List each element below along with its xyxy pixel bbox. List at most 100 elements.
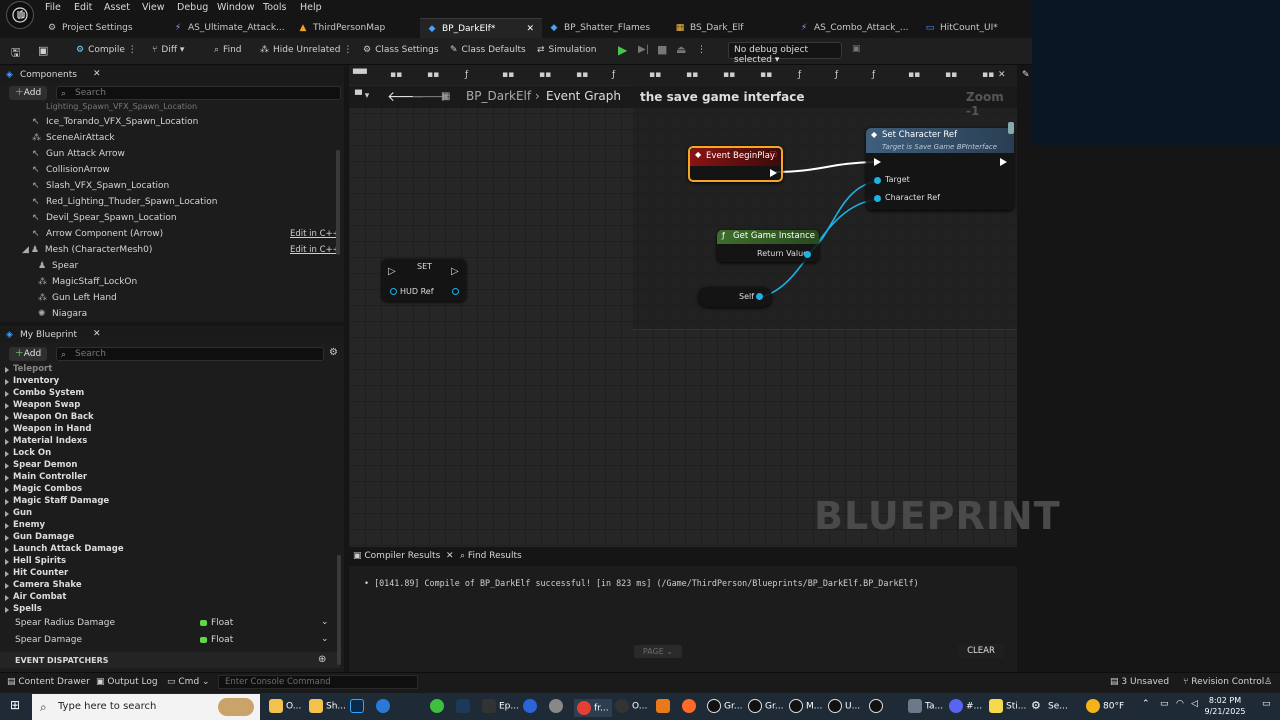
taskbar-app[interactable]: Sh... (309, 699, 346, 713)
tab-hitcount-ui[interactable]: ▭ HitCount_UI* (924, 18, 1024, 38)
category-item[interactable]: Hell Spirits (4, 556, 66, 566)
set-character-ref-node[interactable]: Set Character Ref Target is Save Game BP… (866, 128, 1014, 210)
taskbar-app[interactable] (656, 699, 673, 713)
taskbar-task-manager[interactable]: Ta... (908, 699, 943, 713)
category-item[interactable]: Camera Shake (5, 580, 82, 590)
function-icon[interactable]: ƒ (612, 70, 615, 80)
taskbar-file-explorer[interactable]: O... (269, 699, 301, 713)
variable-spear-damage[interactable]: Spear Damage (15, 635, 82, 645)
add-component-button[interactable]: ＋Add (9, 86, 47, 100)
tab-bp-dark-elf[interactable]: ◆ BP_DarkElf* ✕ (420, 18, 542, 38)
category-item[interactable]: Magic Combos (4, 484, 82, 494)
taskbar-unreal[interactable]: Gr... (707, 699, 742, 713)
save-icon[interactable]: 🖫 (11, 44, 20, 63)
delegate-pin[interactable]: ▢ (769, 149, 777, 158)
graph-tool-icon[interactable]: ▪▪ (539, 70, 551, 80)
breadcrumb-root[interactable]: BP_DarkElf (466, 89, 531, 103)
output-log-button[interactable]: ▣ Output Log (96, 677, 158, 687)
volume-icon[interactable]: ◁ (1191, 699, 1198, 709)
close-icon[interactable]: ✕ (93, 69, 101, 79)
close-icon[interactable]: ✕ (998, 70, 1006, 80)
taskbar-unreal[interactable]: Gr... (748, 699, 783, 713)
menu-file[interactable]: File (45, 2, 61, 13)
component-item[interactable]: ↖ Red_Lighting_Thuder_Spawn_Location (32, 197, 217, 207)
taskbar-firefox[interactable] (682, 699, 699, 713)
class-settings-button[interactable]: ⚙ Class Settings (363, 45, 439, 55)
self-pin[interactable] (756, 293, 763, 300)
components-search-input[interactable]: ⌕ Search (56, 86, 341, 100)
category-item[interactable]: Main Controller (4, 472, 87, 482)
add-dispatcher-icon[interactable]: ⊕ (318, 654, 326, 665)
close-icon[interactable]: ✕ (526, 19, 534, 38)
component-item[interactable]: ↖ Ice_Torando_VFX_Spawn_Location (32, 117, 198, 127)
menu-edit[interactable]: Edit (74, 2, 92, 13)
wifi-icon[interactable]: ◠ (1176, 699, 1184, 709)
category-item[interactable]: Combo System (4, 388, 84, 398)
category-item[interactable]: Spells (5, 604, 42, 614)
clear-button[interactable]: CLEAR (958, 644, 1004, 658)
category-item[interactable]: Lock On (4, 448, 51, 458)
settings-gear-icon[interactable]: ⚙ (329, 347, 338, 358)
graph-corner-handle[interactable] (1008, 122, 1014, 134)
revision-control-button[interactable]: ⑂ Revision Control (1183, 677, 1264, 687)
stop-icon[interactable]: ■ (657, 43, 667, 56)
taskbar-photoshop[interactable] (350, 699, 367, 713)
variable-type[interactable]: Float (199, 618, 233, 628)
graph-tool-icon[interactable]: ▪▪ (576, 70, 588, 80)
category-item[interactable]: Inventory (4, 376, 59, 386)
graph-tool-icon[interactable]: ▪▪ (649, 70, 661, 80)
taskbar-app[interactable] (376, 699, 393, 713)
exec-out-pin[interactable] (770, 169, 777, 177)
function-icon[interactable]: ƒ (835, 70, 838, 80)
set-hud-ref-node[interactable]: SET ▷ ▷ HUD Ref (382, 259, 466, 301)
taskbar-unreal[interactable] (869, 699, 886, 713)
category-item[interactable]: Magic Staff Damage (4, 496, 109, 506)
return-value-pin[interactable] (804, 251, 811, 258)
category-item[interactable]: Spear Demon (4, 460, 77, 470)
graph-tool-icon[interactable]: ▪▪ (686, 70, 698, 80)
graph-tool-icon[interactable]: ▪▪ (427, 70, 439, 80)
taskbar-discord[interactable]: #... (949, 699, 982, 713)
component-item[interactable]: ↖ CollisionArrow (32, 165, 110, 175)
target-pin[interactable] (874, 177, 881, 184)
components-scrollbar[interactable] (336, 150, 340, 255)
category-item[interactable]: Enemy (4, 520, 45, 530)
component-item[interactable]: ✺ Niagara (38, 309, 87, 319)
menu-tools[interactable]: Tools (263, 2, 286, 13)
pencil-icon[interactable]: ✎ (1022, 70, 1030, 80)
tab-compiler-results[interactable]: ▣ Compiler Results ✕ (353, 551, 454, 561)
category-item[interactable]: Weapon On Back (5, 412, 94, 422)
page-dropdown[interactable]: PAGE ⌄ (634, 645, 682, 658)
comment-text[interactable]: the save game interface (640, 90, 805, 104)
variable-type[interactable]: Float (199, 635, 233, 645)
edit-in-cpp-link[interactable]: Edit in C++ (290, 229, 340, 239)
component-item[interactable]: ♟ Spear (38, 261, 78, 271)
graph-tool-icon[interactable]: ▪▪ (945, 70, 957, 80)
menu-asset[interactable]: Asset (104, 2, 130, 13)
category-item[interactable]: Launch Attack Damage (5, 544, 124, 554)
graph-tool-icon[interactable]: ▪▪ (760, 70, 772, 80)
taskbar-epic[interactable]: Ep... (482, 699, 519, 713)
add-member-button[interactable]: ＋Add (9, 347, 47, 361)
exec-out-pin[interactable]: ▷ (451, 266, 459, 277)
function-icon[interactable]: ƒ (465, 70, 468, 80)
graph-tool-icon[interactable]: ▪▪ (723, 70, 735, 80)
close-icon[interactable]: ✕ (93, 329, 101, 339)
category-item[interactable]: Material Indexs (4, 436, 87, 446)
unreal-logo-icon[interactable] (6, 1, 34, 29)
cmd-dropdown[interactable]: ▭ Cmd ⌄ (167, 677, 210, 687)
my-blueprint-search-input[interactable]: ⌕ Search (56, 347, 324, 361)
taskbar-app[interactable] (430, 699, 447, 713)
event-dispatchers-header[interactable]: EVENT DISPATCHERS ⊕ (0, 652, 340, 668)
taskbar-app[interactable] (549, 699, 566, 713)
compile-button[interactable]: ⚙ Compile ⋮ (76, 45, 137, 55)
hud-ref-out-pin[interactable] (452, 288, 459, 295)
breadcrumb-leaf[interactable]: Event Graph (546, 89, 621, 103)
component-item[interactable]: ↖ Devil_Spear_Spawn_Location (32, 213, 177, 223)
debug-filter-icon[interactable]: ▣ (852, 44, 861, 54)
eject-icon[interactable]: ⏏ (676, 43, 686, 56)
close-icon[interactable]: ✕ (446, 551, 454, 561)
category-item[interactable]: Weapon in Hand (4, 424, 91, 434)
component-item[interactable]: ⁂ SceneAirAttack (32, 133, 115, 143)
simulation-button[interactable]: ⇄ Simulation (537, 45, 597, 55)
